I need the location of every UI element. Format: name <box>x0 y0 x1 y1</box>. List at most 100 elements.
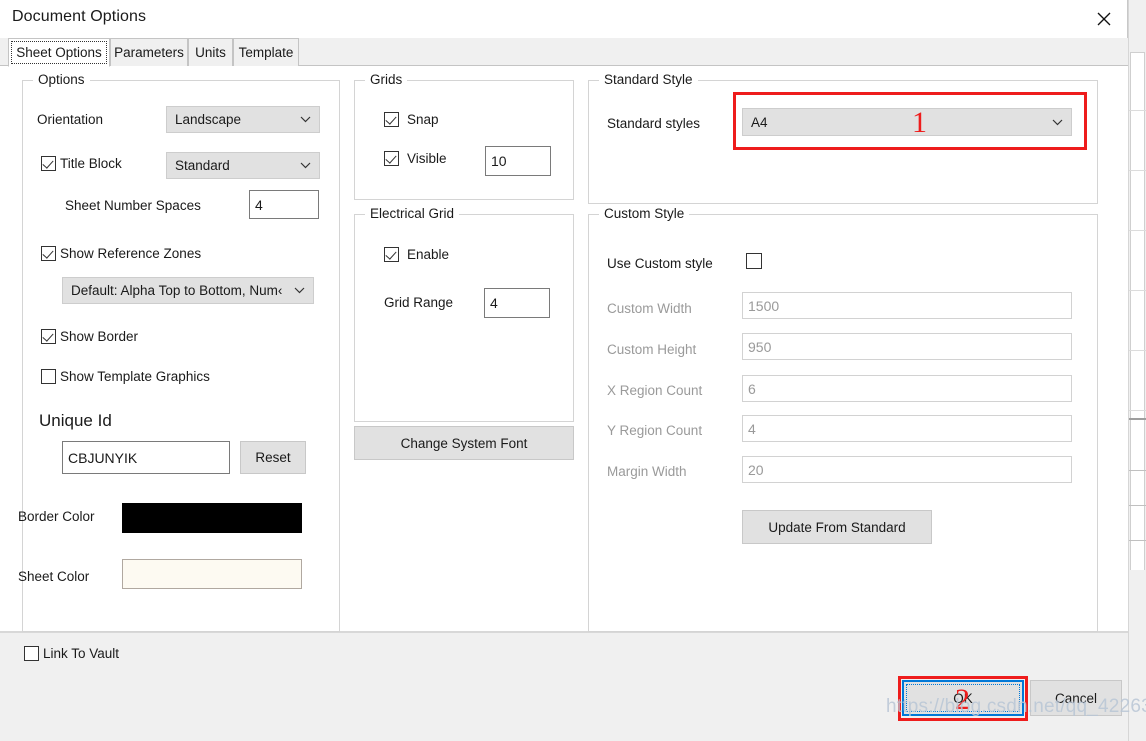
tab-template[interactable]: Template <box>233 38 299 66</box>
checkbox-box <box>384 112 399 127</box>
show-reference-zones-checkbox[interactable]: Show Reference Zones <box>41 246 201 261</box>
sheet-options-panel: Options Orientation Landscape Title Bloc… <box>0 66 1128 632</box>
border-color-swatch[interactable] <box>122 503 302 533</box>
dialog-footer: Link To Vault OK Cancel 2 <box>0 632 1128 741</box>
title-bar: Document Options <box>0 0 1127 38</box>
y-region-count-value: 4 <box>748 420 756 437</box>
margin-width-label: Margin Width <box>607 464 687 479</box>
use-custom-style-label: Use Custom style <box>607 256 713 271</box>
visible-label: Visible <box>407 151 447 166</box>
show-border-label: Show Border <box>60 329 139 344</box>
ok-button[interactable]: OK <box>902 680 1024 716</box>
reset-button[interactable]: Reset <box>240 441 306 474</box>
close-icon[interactable] <box>1081 0 1127 38</box>
title-block-label: Title Block <box>60 156 122 171</box>
tab-units[interactable]: Units <box>188 38 233 66</box>
focus-outline <box>906 684 1020 712</box>
grids-group-label: Grids <box>365 72 408 87</box>
bg-separator <box>1129 418 1146 420</box>
custom-height-label: Custom Height <box>607 342 697 357</box>
tab-label: Template <box>238 45 294 60</box>
screen: Document Options Sheet Options Parameter… <box>0 0 1146 741</box>
checkbox-box <box>41 246 56 261</box>
custom-height-value: 950 <box>748 338 772 355</box>
x-region-count-value: 6 <box>748 380 756 397</box>
options-group-label: Options <box>33 72 90 87</box>
grid-range-label: Grid Range <box>384 295 454 310</box>
standard-style-group-label: Standard Style <box>599 72 698 87</box>
bg-panel <box>1130 52 1145 612</box>
tab-sheet-options[interactable]: Sheet Options <box>8 38 110 67</box>
checkbox-box <box>41 369 56 384</box>
reference-zones-dropdown[interactable]: Default: Alpha Top to Bottom, Num‹ <box>62 277 314 304</box>
bg-divider <box>1129 170 1146 171</box>
standard-style-group: Standard Style <box>588 72 1098 204</box>
link-to-vault-checkbox[interactable]: Link To Vault <box>24 646 119 661</box>
sheet-color-swatch[interactable] <box>122 559 302 589</box>
document-options-dialog: Document Options Sheet Options Parameter… <box>0 0 1146 741</box>
custom-height-input[interactable]: 950 <box>742 333 1072 360</box>
cancel-button[interactable]: Cancel <box>1030 680 1122 716</box>
grid-visible-spacing-input[interactable]: 10 <box>485 146 551 176</box>
show-reference-zones-label: Show Reference Zones <box>60 246 202 261</box>
use-custom-style-checkbox[interactable] <box>746 253 762 269</box>
tab-label: Units <box>195 45 226 60</box>
bg-divider <box>1129 230 1146 231</box>
x-region-count-input[interactable]: 6 <box>742 375 1072 402</box>
bg-separator <box>1129 505 1146 506</box>
change-system-font-label: Change System Font <box>400 435 528 451</box>
title-block-value: Standard <box>175 158 230 173</box>
margin-width-value: 20 <box>748 461 764 478</box>
x-region-count-label: X Region Count <box>607 383 703 398</box>
checkbox-box <box>384 151 399 166</box>
sheet-color-label: Sheet Color <box>18 569 90 584</box>
sheet-number-spaces-value: 4 <box>255 196 263 213</box>
show-template-graphics-checkbox[interactable]: Show Template Graphics <box>41 369 210 384</box>
chevron-down-icon <box>300 116 311 123</box>
bg-footer <box>1129 570 1146 741</box>
snap-checkbox[interactable]: Snap <box>384 112 439 127</box>
margin-width-input[interactable]: 20 <box>742 456 1072 483</box>
y-region-count-input[interactable]: 4 <box>742 415 1072 442</box>
custom-width-input[interactable]: 1500 <box>742 292 1072 319</box>
checkbox-box <box>41 156 56 171</box>
custom-style-group-label: Custom Style <box>599 206 690 221</box>
reset-label: Reset <box>255 450 291 465</box>
electrical-grid-enable-checkbox[interactable]: Enable <box>384 247 449 262</box>
orientation-dropdown[interactable]: Landscape <box>166 106 320 133</box>
tab-parameters[interactable]: Parameters <box>110 38 188 66</box>
update-from-standard-button[interactable]: Update From Standard <box>742 510 932 544</box>
show-border-checkbox[interactable]: Show Border <box>41 329 138 344</box>
orientation-label: Orientation <box>37 112 104 127</box>
bg-divider <box>1129 110 1146 111</box>
electrical-grid-group: Electrical Grid <box>354 206 574 422</box>
standard-styles-label: Standard styles <box>607 116 701 131</box>
unique-id-value: CBJUNYIK <box>68 449 138 466</box>
link-to-vault-label: Link To Vault <box>43 646 120 661</box>
grid-range-input[interactable]: 4 <box>484 288 550 318</box>
bg-separator <box>1129 540 1146 541</box>
orientation-value: Landscape <box>175 112 242 127</box>
bg-divider <box>1129 350 1146 351</box>
page-title: Document Options <box>12 8 147 25</box>
checkbox-box <box>24 646 39 661</box>
electrical-grid-group-label: Electrical Grid <box>365 206 460 221</box>
sheet-number-spaces-label: Sheet Number Spaces <box>65 198 201 213</box>
bg-separator <box>1129 470 1146 471</box>
title-block-dropdown[interactable]: Standard <box>166 152 320 179</box>
change-system-font-button[interactable]: Change System Font <box>354 426 574 460</box>
title-block-checkbox[interactable]: Title Block <box>41 156 122 171</box>
unique-id-label: Unique Id <box>39 411 112 430</box>
background-app-strip <box>1128 0 1146 741</box>
grids-group: Grids <box>354 72 574 200</box>
tab-bar: Sheet Options Parameters Units Template <box>0 38 1128 67</box>
chevron-down-icon <box>294 287 305 294</box>
chevron-down-icon <box>300 162 311 169</box>
grid-visible-spacing-value: 10 <box>491 153 507 169</box>
visible-checkbox[interactable]: Visible <box>384 151 447 166</box>
sheet-number-spaces-input[interactable]: 4 <box>249 190 319 219</box>
standard-styles-dropdown[interactable]: A4 <box>742 108 1072 136</box>
unique-id-input[interactable]: CBJUNYIK <box>62 441 230 474</box>
border-color-label: Border Color <box>18 509 95 524</box>
checkbox-box <box>41 329 56 344</box>
